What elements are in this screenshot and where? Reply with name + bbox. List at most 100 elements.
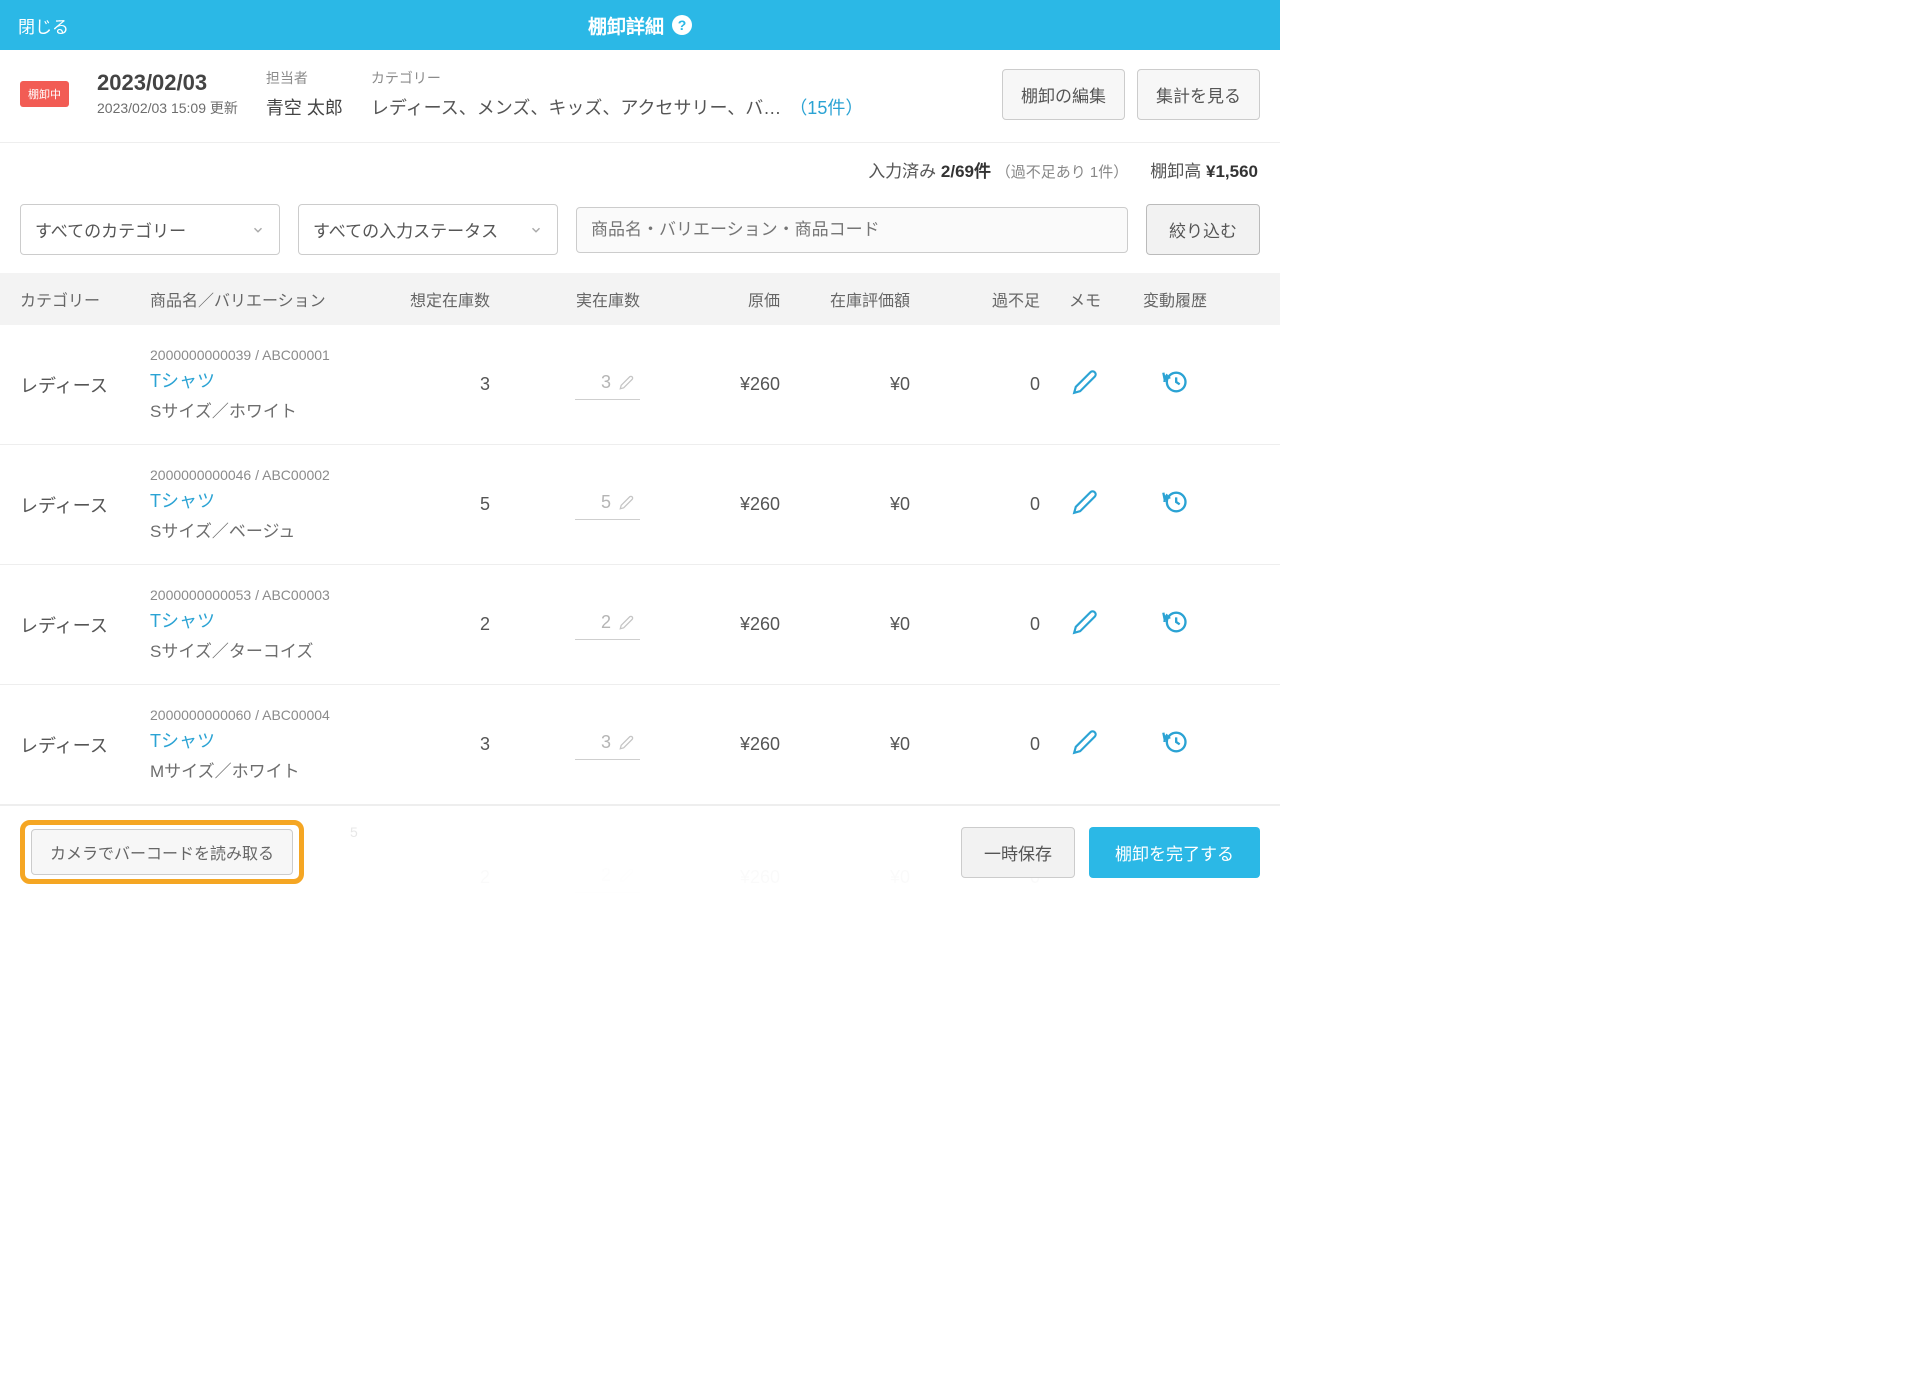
total-value: ¥1,560 [1206,162,1258,181]
highlight-box: カメラでバーコードを読み取る [20,820,304,884]
col-name: 商品名／バリエーション [150,287,380,311]
search-input-wrap[interactable] [576,207,1128,253]
category-select-label: すべてのカテゴリー [35,217,186,242]
col-actual: 実在庫数 [490,287,650,311]
table-row: レディース2000000000046 / ABC00002 Tシャツ Sサイズ／ベー… [0,445,1280,565]
total-label: 棚卸高 [1150,162,1201,181]
memo-button[interactable] [1072,729,1098,755]
row-product-name[interactable]: Tシャツ [150,727,380,753]
updated-at: 2023/02/03 15:09 更新 [97,98,238,118]
row-product: 2000000000046 / ABC00002 Tシャツ Sサイズ／ベージュ [150,467,380,542]
memo-button[interactable] [1072,489,1098,515]
info-bar: 棚卸中 2023/02/03 2023/02/03 15:09 更新 担当者 青… [0,50,1280,143]
row-product: 2000000000039 / ABC00001TシャツSサイズ／ホワイト [150,347,380,422]
row-cost: ¥260 [650,614,780,635]
table-row: レディース2000000000053 / ABC00003TシャツSサイズ／ター… [0,565,1280,685]
category-select[interactable]: すべてのカテゴリー [20,204,280,255]
page-title-text: 棚卸詳細 [588,12,664,39]
row-product-name[interactable]: Tシャツ [150,487,380,513]
category-label: カテゴリー [371,68,974,88]
header-bar: 閉じる 棚卸詳細 ? [0,0,1280,50]
save-draft-button[interactable]: 一時保存 [961,827,1075,878]
close-button[interactable]: 閉じる [18,13,69,38]
entered-value: 2/69件 [941,162,991,181]
category-block: カテゴリー レディース、メンズ、キッズ、アクセサリー、バ… （15件） [371,68,974,120]
row-category: レディース [20,612,150,638]
col-history: 変動履歴 [1130,287,1220,311]
history-button[interactable] [1161,608,1189,636]
complete-inventory-button[interactable]: 棚卸を完了する [1089,827,1260,878]
history-button[interactable] [1161,728,1189,756]
category-count[interactable]: （15件） [789,94,863,120]
row-diff: 0 [910,614,1040,635]
actual-stock-input[interactable]: 5 [575,489,640,520]
row-category: レディース [20,732,150,758]
row-actual: 3 [581,372,611,393]
row-eval: ¥0 [780,494,910,515]
row-cost: ¥260 [650,734,780,755]
col-cost: 原価 [650,287,780,311]
filter-bar: すべてのカテゴリー すべての入力ステータス 絞り込む [0,198,1280,273]
row-variation: Mサイズ／ホワイト [150,757,380,782]
discrepancy-count: （過不足あり 1件） [996,164,1129,181]
actual-stock-input[interactable]: 3 [575,729,640,760]
person-label: 担当者 [266,68,343,88]
row-actual-cell: 5 [490,489,650,520]
chevron-down-icon [251,223,265,237]
edit-icon [619,495,634,510]
row-diff: 0 [910,734,1040,755]
memo-button[interactable] [1072,609,1098,635]
row-actual-cell: 3 [490,729,650,760]
stats-bar: 入力済み 2/69件 （過不足あり 1件） 棚卸高 ¥1,560 [0,143,1280,198]
actual-stock-input[interactable]: 2 [575,609,640,640]
row-actual-cell: 3 [490,369,650,400]
actual-stock-input[interactable]: 3 [575,369,640,400]
view-summary-button[interactable]: 集計を見る [1137,69,1260,120]
row-actual: 3 [581,732,611,753]
edit-icon [619,615,634,630]
row-codes: 2000000000046 / ABC00002 [150,467,380,483]
row-codes: 2000000000053 / ABC00003 [150,587,380,603]
row-product-name[interactable]: Tシャツ [150,607,380,633]
row-diff: 0 [910,374,1040,395]
search-input[interactable] [591,220,1113,240]
table-row: レディース2000000000060 / ABC00004 Tシャツ Mサイズ／ホワ… [0,685,1280,805]
col-diff: 過不足 [910,287,1040,311]
row-actual: 2 [581,612,611,633]
table-row: レディース2000000000039 / ABC00001TシャツSサイズ／ホワ… [0,325,1280,445]
row-expected: 3 [380,374,490,395]
row-actual: 5 [581,492,611,513]
memo-button[interactable] [1072,369,1098,395]
row-expected: 5 [380,494,490,515]
help-icon[interactable]: ? [672,15,692,35]
edit-icon [619,375,634,390]
row-product: 2000000000060 / ABC00004 Tシャツ Mサイズ／ホワイト [150,707,380,782]
history-button[interactable] [1161,368,1189,396]
edit-icon [619,735,634,750]
status-badge: 棚卸中 [20,81,69,107]
col-eval: 在庫評価額 [780,287,910,311]
row-product-name[interactable]: Tシャツ [150,367,380,393]
row-cost: ¥260 [650,374,780,395]
row-category: レディース [20,372,150,398]
row-eval: ¥0 [780,374,910,395]
row-variation: Sサイズ／ベージュ [150,517,380,542]
date-block: 2023/02/03 2023/02/03 15:09 更新 [97,70,238,118]
col-expected: 想定在庫数 [380,287,490,311]
edit-inventory-button[interactable]: 棚卸の編集 [1002,69,1125,120]
status-select[interactable]: すべての入力ステータス [298,204,558,255]
footer-bar: カメラでバーコードを読み取る 5 一時保存 棚卸を完了する [0,805,1280,898]
row-category: レディース [20,492,150,518]
history-button[interactable] [1161,488,1189,516]
col-category: カテゴリー [20,287,150,311]
table-header: カテゴリー 商品名／バリエーション 想定在庫数 実在庫数 原価 在庫評価額 過不… [0,273,1280,325]
filter-button[interactable]: 絞り込む [1146,204,1260,255]
row-cost: ¥260 [650,494,780,515]
category-list: レディース、メンズ、キッズ、アクセサリー、バ… [371,94,781,120]
row-actual-cell: 2 [490,609,650,640]
status-select-label: すべての入力ステータス [313,217,498,242]
row-codes: 2000000000039 / ABC00001 [150,347,380,363]
row-codes: 2000000000060 / ABC00004 [150,707,380,723]
ghost-code: 5 [350,824,358,840]
camera-barcode-button[interactable]: カメラでバーコードを読み取る [31,829,293,875]
